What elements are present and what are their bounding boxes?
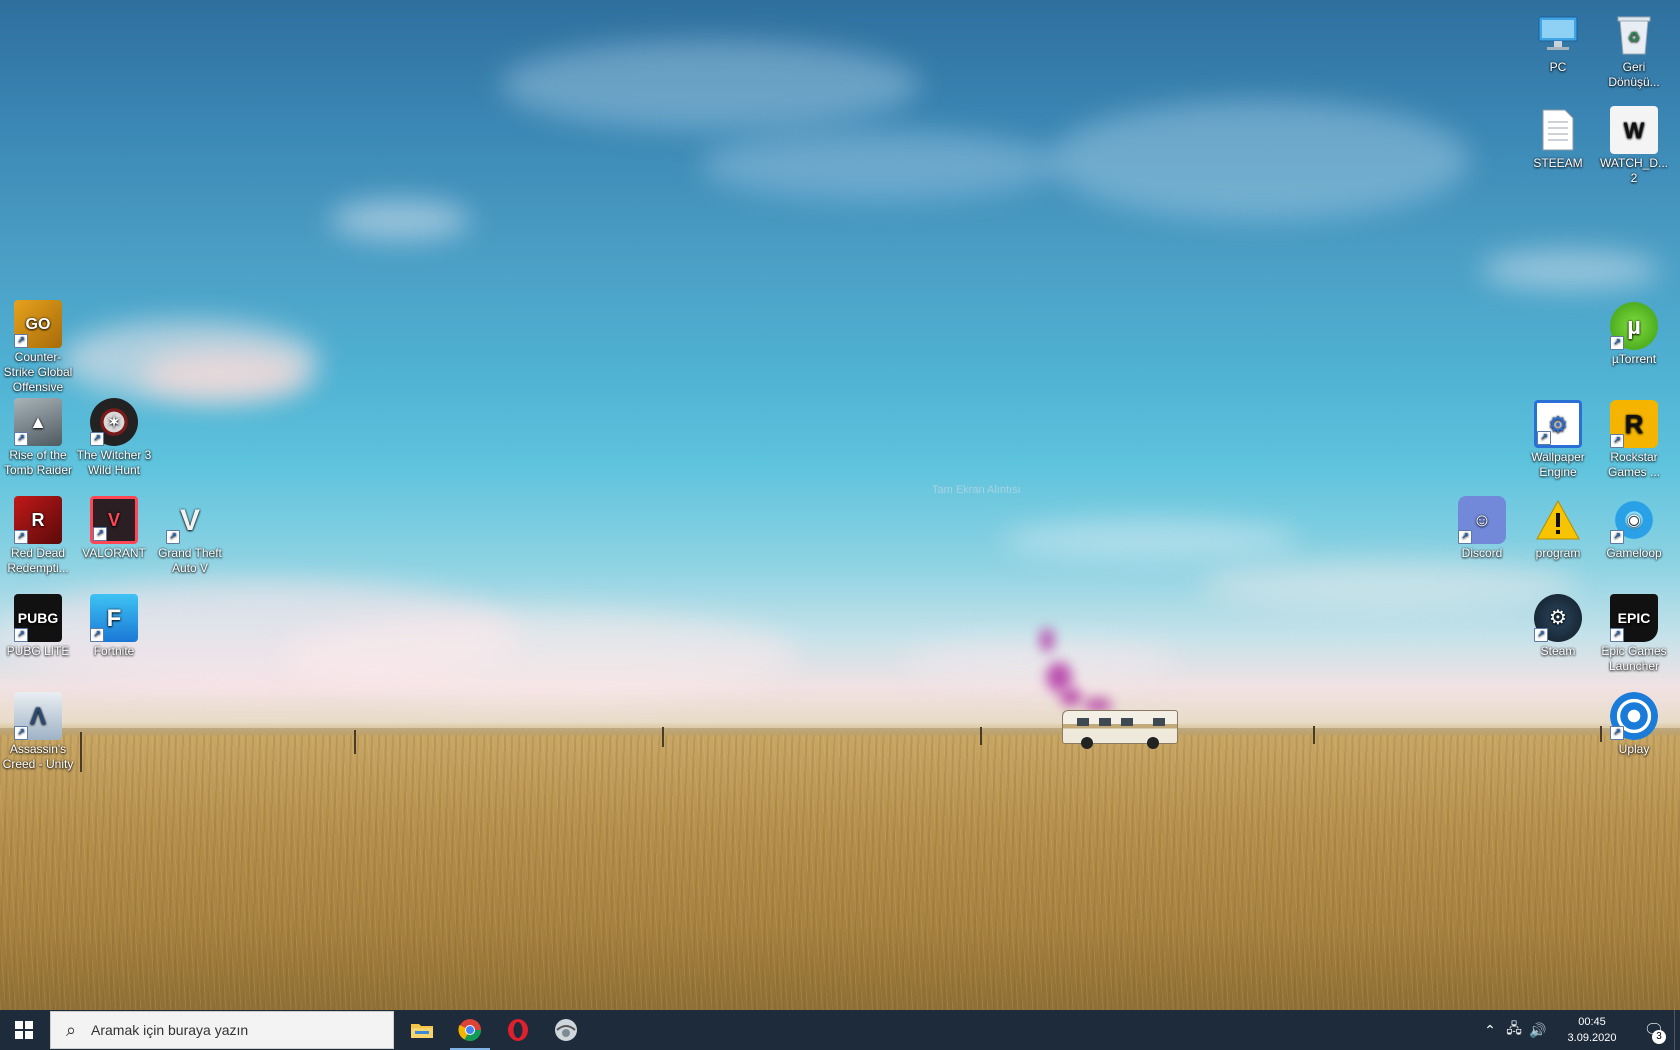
taskbar-app-chrome[interactable] (446, 1010, 494, 1050)
windows-logo-icon (15, 1021, 33, 1039)
desktop-icon-steeam[interactable]: STEEAM (1520, 106, 1596, 171)
taskbar-app-file-explorer[interactable] (398, 1010, 446, 1050)
pubg-icon: PUBG ↗ (14, 594, 62, 642)
desktop-icon-label: Assassin's Creed - Unity (2, 742, 74, 771)
desktop-icon-label: Steam (1540, 644, 1576, 658)
notification-count-badge: 3 (1652, 1030, 1666, 1044)
chevron-up-icon[interactable]: ⌃ (1478, 1022, 1502, 1039)
watch-dogs-icon: W (1610, 106, 1658, 154)
clock-time: 00:45 (1578, 1016, 1606, 1028)
svg-text:♻: ♻ (1628, 29, 1641, 45)
desktop-icon-label: PC (1549, 60, 1567, 74)
desktop-icon-tomb-raider[interactable]: ▲ ↗ Rise of the Tomb Raider (0, 398, 76, 478)
desktop-icon-label: WATCH_D... 2 (1600, 156, 1668, 185)
desktop-icon-gta-v[interactable]: V ↗ Grand Theft Auto V (152, 496, 228, 576)
desktop-icon-red-dead[interactable]: R ↗ Red Dead Redempti... (0, 496, 76, 576)
desktop-icon-watch-dogs[interactable]: W WATCH_D... 2 (1596, 106, 1672, 186)
csgo-icon: GO ↗ (14, 300, 62, 348)
desktop-icon-gameloop[interactable]: ◉ ↗ Gameloop (1596, 496, 1672, 561)
assassins-creed-icon: Λ ↗ (14, 692, 62, 740)
search-icon: ⌕ (65, 1019, 77, 1040)
rockstar-icon: R ↗ (1610, 400, 1658, 448)
taskbar-clock[interactable]: 00:45 3.09.2020 (1556, 1014, 1628, 1046)
desktop-icon-label: Discord (1461, 546, 1503, 560)
desktop-icon-label: Uplay (1618, 742, 1650, 756)
desktop-icon-label: Geri Dönüşü... (1608, 60, 1660, 89)
text-file-icon (1534, 106, 1582, 154)
gta-v-icon: V ↗ (166, 496, 214, 544)
app-icon (555, 1019, 577, 1041)
fortnite-icon: F ↗ (90, 594, 138, 642)
volume-icon[interactable]: 🔊 (1526, 1022, 1550, 1039)
steam-icon: ⚙ ↗ (1534, 594, 1582, 642)
desktop-icon-label: Wallpaper Engine (1531, 450, 1585, 479)
taskbar-app-opera[interactable] (494, 1010, 542, 1050)
desktop-icon-label: The Witcher 3 Wild Hunt (76, 448, 152, 477)
desktop-icon-rockstar[interactable]: R ↗ Rockstar Games ... (1596, 400, 1672, 480)
search-placeholder: Aramak için buraya yazın (91, 1022, 249, 1038)
recycle-bin-icon: ♻ (1610, 10, 1658, 58)
desktop-icon-label: Grand Theft Auto V (158, 546, 222, 575)
tomb-raider-icon: ▲ ↗ (14, 398, 62, 446)
desktop-icon-fortnite[interactable]: F ↗ Fortnite (76, 594, 152, 659)
witcher-icon: ✶ ↗ (90, 398, 138, 446)
network-icon[interactable]: 🖧 (1502, 1018, 1526, 1042)
desktop-icon-steam[interactable]: ⚙ ↗ Steam (1520, 594, 1596, 659)
desktop-icon-label: Epic Games Launcher (1601, 644, 1667, 673)
wallpaper-engine-icon: ⚙ ↗ (1534, 400, 1582, 448)
desktop-wallpaper: Tam Ekran Alıntısı (0, 0, 1680, 1010)
desktop-icon-wallpaper-engine[interactable]: ⚙ ↗ Wallpaper Engine (1520, 400, 1596, 480)
clock-date: 3.09.2020 (1567, 1032, 1617, 1044)
discord-icon: ☺ ↗ (1458, 496, 1506, 544)
desktop-icon-label: Rise of the Tomb Raider (3, 448, 73, 477)
taskbar-app-misc[interactable] (542, 1010, 590, 1050)
desktop-icon-csgo[interactable]: GO ↗ Counter-Strike Global Offensive (0, 300, 76, 395)
desktop-icon-label: Fortnite (93, 644, 135, 658)
taskbar-search-box[interactable]: ⌕ Aramak için buraya yazın (50, 1011, 394, 1049)
warning-icon (1534, 496, 1582, 544)
desktop-icon-witcher[interactable]: ✶ ↗ The Witcher 3 Wild Hunt (76, 398, 152, 478)
valorant-icon: V ↗ (90, 496, 138, 544)
red-dead-icon: R ↗ (14, 496, 62, 544)
gameloop-icon: ◉ ↗ (1610, 496, 1658, 544)
utorrent-icon: µ ↗ (1610, 302, 1658, 350)
desktop-icon-discord[interactable]: ☺ ↗ Discord (1444, 496, 1520, 561)
desktop-icon-label: VALORANT (82, 546, 146, 560)
desktop-icon-label: STEEAM (1533, 156, 1583, 170)
desktop-icon-epic-games[interactable]: EPIC ↗ Epic Games Launcher (1596, 594, 1672, 674)
desktop-icon-label: Counter-Strike Global Offensive (3, 350, 73, 394)
desktop-icon-label: program (1535, 546, 1581, 560)
grass-field (0, 735, 1680, 1010)
action-center-button[interactable]: 🗨 3 (1634, 1010, 1674, 1050)
epic-games-icon: EPIC ↗ (1610, 594, 1658, 642)
show-desktop-button[interactable] (1674, 1010, 1680, 1050)
desktop-icon-pc[interactable]: PC (1520, 10, 1596, 75)
opera-icon (508, 1019, 528, 1041)
desktop-icon-label: Red Dead Redempti... (7, 546, 69, 575)
desktop-icon-uplay[interactable]: ↗ Uplay (1596, 692, 1672, 757)
chrome-icon (458, 1019, 481, 1041)
desktop-icon-label: Gameloop (1606, 546, 1662, 560)
desktop-icon-label: µTorrent (1611, 352, 1657, 366)
snip-watermark: Tam Ekran Alıntısı (932, 484, 1021, 496)
taskbar: ⌕ Aramak için buraya yazın ⌃ 🖧 🔊 00:45 3… (0, 1010, 1680, 1050)
start-button[interactable] (0, 1010, 48, 1050)
desktop-icon-program[interactable]: program (1520, 496, 1596, 561)
desktop-icon-recycle-bin[interactable]: ♻ Geri Dönüşü... (1596, 10, 1672, 90)
desktop-icon-label: PUBG LITE (6, 644, 70, 658)
desktop-icon-pubg[interactable]: PUBG ↗ PUBG LITE (0, 594, 76, 659)
desktop-icon-valorant[interactable]: V ↗ VALORANT (76, 496, 152, 561)
rv-camper (1062, 710, 1178, 749)
desktop-icon-label: Rockstar Games ... (1607, 450, 1660, 479)
desktop-icon-utorrent[interactable]: µ ↗ µTorrent (1596, 302, 1672, 367)
folder-icon (411, 1024, 433, 1038)
system-tray: ⌃ 🖧 🔊 00:45 3.09.2020 🗨 3 (1478, 1010, 1680, 1050)
desktop-icon-assassins-creed[interactable]: Λ ↗ Assassin's Creed - Unity (0, 692, 76, 772)
uplay-icon: ↗ (1610, 692, 1658, 740)
computer-icon (1534, 10, 1582, 58)
